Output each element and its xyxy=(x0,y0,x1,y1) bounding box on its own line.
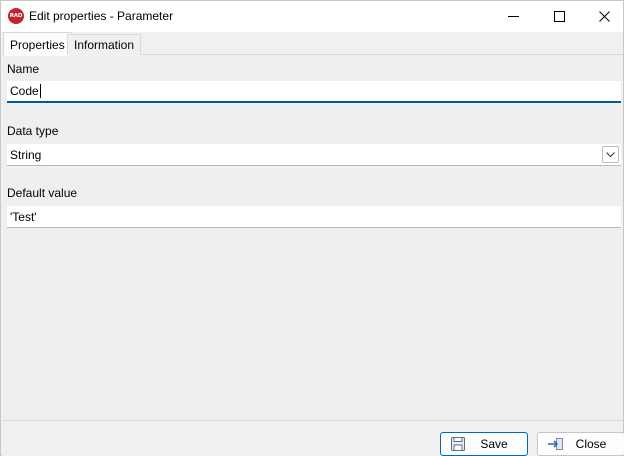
app-logo-icon: RAD xyxy=(8,8,24,24)
data-type-value: String xyxy=(10,147,42,162)
save-button-label: Save xyxy=(480,437,508,451)
tab-properties[interactable]: Properties xyxy=(3,32,72,56)
tab-information-label: Information xyxy=(74,38,135,52)
minimize-icon xyxy=(507,16,519,17)
dialog-footer: Save Close xyxy=(2,420,624,456)
default-value-value: 'Test' xyxy=(10,209,37,224)
name-value: Code xyxy=(10,84,39,98)
maximize-button[interactable] xyxy=(536,1,582,32)
name-label: Name xyxy=(7,62,40,76)
maximize-icon xyxy=(553,11,565,22)
close-button-label: Close xyxy=(575,437,607,451)
tab-properties-label: Properties xyxy=(10,37,65,52)
tab-information[interactable]: Information xyxy=(67,34,142,55)
app-logo-text: RAD xyxy=(9,13,23,19)
data-type-select[interactable]: String xyxy=(7,144,621,166)
window-title: Edit properties - Parameter xyxy=(29,9,174,23)
data-type-label: Data type xyxy=(7,124,59,138)
tab-strip: Properties Information xyxy=(2,32,623,56)
save-button[interactable]: Save xyxy=(440,432,528,456)
text-caret xyxy=(39,84,41,98)
title-bar[interactable]: RAD Edit properties - Parameter xyxy=(1,1,623,32)
close-icon xyxy=(598,11,610,22)
default-value-label: Default value xyxy=(7,186,78,200)
chevron-down-icon xyxy=(606,151,615,157)
name-input[interactable]: Code xyxy=(7,81,621,103)
close-window-button[interactable] xyxy=(581,1,624,32)
dropdown-button[interactable] xyxy=(602,146,619,163)
dialog-window: RAD Edit properties - Parameter Properti… xyxy=(0,0,624,456)
default-value-input[interactable]: 'Test' xyxy=(7,206,621,228)
minimize-button[interactable] xyxy=(490,1,536,32)
properties-panel: Name Code Data type String Default value… xyxy=(2,56,623,420)
close-button[interactable]: Close xyxy=(537,432,624,456)
